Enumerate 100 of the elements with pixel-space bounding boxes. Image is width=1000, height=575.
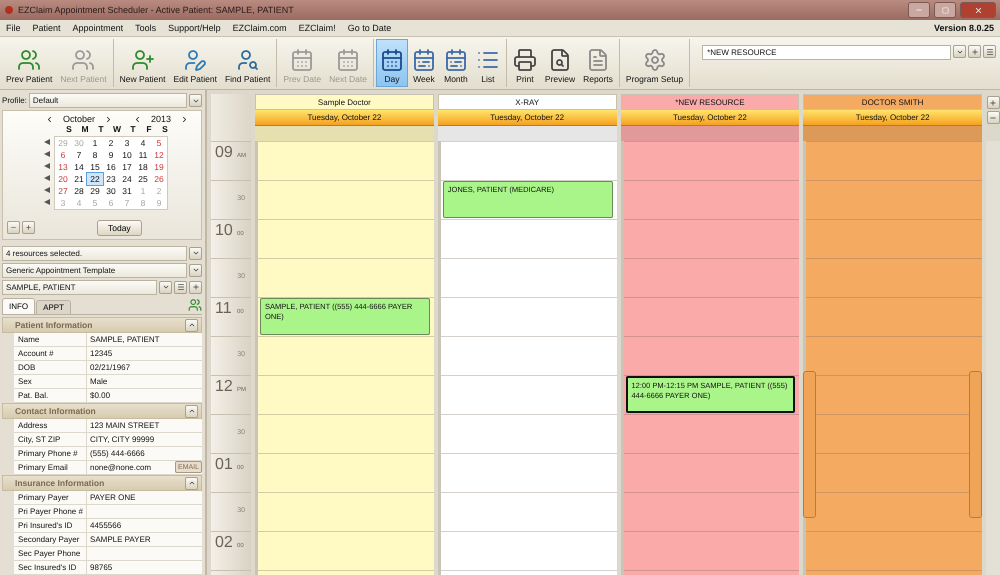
- toolbar-button[interactable]: Find Patient: [220, 39, 274, 87]
- toolbar-button[interactable]: Print: [508, 39, 541, 87]
- toolbar-button[interactable]: Prev Patient: [2, 39, 56, 87]
- calendar-day[interactable]: 15: [87, 161, 103, 173]
- menu-button[interactable]: [983, 45, 996, 58]
- hour-label: 12: [215, 378, 233, 396]
- minus-button[interactable]: [7, 221, 20, 234]
- maximize-button[interactable]: [934, 2, 956, 18]
- add-person-icon: [130, 48, 155, 72]
- toolbar-button[interactable]: Day: [376, 39, 408, 87]
- collapse-button[interactable]: [185, 318, 198, 332]
- calendar-day[interactable]: 13: [55, 161, 71, 173]
- plus-button[interactable]: [22, 221, 35, 234]
- menu-item[interactable]: Appointment: [72, 23, 124, 33]
- calendar-day[interactable]: 30: [103, 185, 119, 197]
- field-value: 12345: [89, 348, 114, 360]
- close-button[interactable]: [960, 2, 996, 18]
- menu-item[interactable]: EZClaim!: [298, 23, 336, 33]
- calendar-day[interactable]: 26: [151, 173, 167, 185]
- template-select[interactable]: Generic Appointment Template: [2, 262, 187, 278]
- calendar-day[interactable]: 3: [119, 137, 135, 149]
- calendar-day[interactable]: 2: [103, 137, 119, 149]
- date-header: Tuesday, October 22: [255, 110, 434, 126]
- field-label: Sex: [14, 375, 87, 388]
- calendar-day[interactable]: 4: [135, 137, 151, 149]
- resource-field[interactable]: *NEW RESOURCE: [702, 45, 951, 60]
- tab[interactable]: APPT: [36, 300, 72, 314]
- field-value: 02/21/1967: [89, 362, 132, 374]
- calendar-day[interactable]: 23: [103, 173, 119, 185]
- chevron-up-icon: [188, 479, 196, 487]
- toolbar-button[interactable]: Edit Patient: [169, 39, 221, 87]
- toolbar-button[interactable]: New Patient: [116, 39, 170, 87]
- field-label: Secondary Payer: [14, 533, 87, 546]
- calendar-day[interactable]: 28: [71, 185, 87, 197]
- field-label: Pat. Bal.: [14, 389, 87, 402]
- profile-select[interactable]: Default: [28, 93, 187, 108]
- calendar-day[interactable]: 19: [151, 161, 167, 173]
- calendar-day[interactable]: 18: [135, 161, 151, 173]
- calendar-day[interactable]: 17: [119, 161, 135, 173]
- today-button[interactable]: Today: [97, 220, 142, 236]
- calendar-icon: [380, 48, 404, 72]
- toolbar-button[interactable]: Reports: [579, 39, 617, 87]
- calendar-day[interactable]: 27: [55, 185, 71, 197]
- add-button[interactable]: [189, 280, 202, 294]
- menu-item[interactable]: EZClaim.com: [232, 23, 287, 33]
- toolbar-button[interactable]: Week: [408, 39, 440, 87]
- weekday-label: M: [80, 124, 90, 136]
- menu-item[interactable]: Go to Date: [348, 23, 392, 33]
- collapse-button[interactable]: [185, 476, 198, 490]
- menu-icon: [986, 48, 994, 56]
- field-value: 123 MAIN STREET: [89, 420, 160, 432]
- date-header: Tuesday, October 22: [803, 110, 982, 126]
- calendar-day[interactable]: 22: [87, 173, 103, 185]
- calendar-day[interactable]: 10: [119, 149, 135, 161]
- printer-icon: [512, 48, 537, 72]
- dropdown-button[interactable]: [953, 45, 966, 58]
- menu-button[interactable]: [174, 280, 187, 294]
- calendar-day[interactable]: 5: [151, 137, 167, 149]
- field-label: Account #: [14, 347, 87, 360]
- toolbar-button[interactable]: Month: [440, 39, 472, 87]
- calendar-day[interactable]: 1: [87, 137, 103, 149]
- calendar-day[interactable]: 8: [87, 149, 103, 161]
- calendar-day[interactable]: 7: [71, 149, 87, 161]
- date-header: Tuesday, October 22: [620, 110, 800, 126]
- add-button[interactable]: [986, 96, 1000, 109]
- calendar-day[interactable]: 24: [119, 173, 135, 185]
- field-value: SAMPLE, PATIENT: [89, 334, 160, 346]
- side-tab[interactable]: [969, 371, 982, 518]
- minimize-button[interactable]: [908, 2, 930, 18]
- menu-item[interactable]: File: [6, 23, 21, 33]
- menu-item[interactable]: Patient: [32, 23, 61, 33]
- toolbar-button[interactable]: List: [472, 39, 504, 87]
- menu-item[interactable]: Tools: [135, 23, 156, 33]
- resources-select[interactable]: 4 resources selected.: [2, 246, 187, 261]
- toolbar-button[interactable]: Program Setup: [622, 39, 688, 87]
- calendar-day[interactable]: 20: [55, 173, 71, 185]
- people-icon: [188, 298, 202, 312]
- calendar-day[interactable]: 11: [135, 149, 151, 161]
- calendar-day[interactable]: 31: [119, 185, 135, 197]
- calendar-day[interactable]: 12: [151, 149, 167, 161]
- side-tab[interactable]: [803, 371, 816, 518]
- calendar-day[interactable]: 6: [55, 149, 71, 161]
- plus-icon: [989, 98, 997, 106]
- dropdown-button[interactable]: [189, 246, 202, 260]
- calendar-day[interactable]: 16: [103, 161, 119, 173]
- window-title: EZClaim Appointment Scheduler - Active Patient: SAMPLE, PATIENT: [18, 5, 295, 15]
- patient-select[interactable]: SAMPLE, PATIENT: [2, 280, 157, 295]
- remove-button[interactable]: [986, 111, 1000, 124]
- calendar-day[interactable]: 25: [135, 173, 151, 185]
- add-button[interactable]: [968, 45, 981, 58]
- calendar-day[interactable]: 29: [87, 185, 103, 197]
- calendar-day[interactable]: 9: [103, 149, 119, 161]
- hour-label: 10: [215, 222, 233, 240]
- calendar-day[interactable]: 21: [71, 173, 87, 185]
- tab[interactable]: INFO: [2, 298, 36, 314]
- calendar-day[interactable]: 14: [71, 161, 87, 173]
- collapse-button[interactable]: [185, 404, 198, 418]
- dropdown-button[interactable]: [189, 94, 202, 107]
- menu-item[interactable]: Support/Help: [168, 23, 221, 33]
- toolbar-button[interactable]: Preview: [540, 39, 580, 87]
